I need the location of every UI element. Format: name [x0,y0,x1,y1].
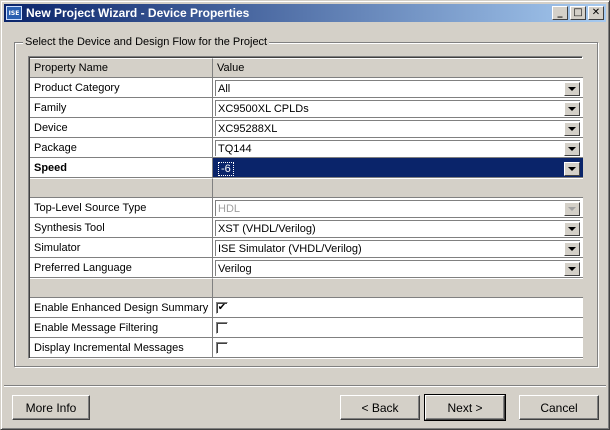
device-dropdown[interactable]: XC95288XL [215,120,580,136]
source-type-dropdown: HDL [215,200,580,216]
blank-separator-row [30,178,583,198]
dropdown-value: XC9500XL CPLDs [218,102,309,115]
preferred-language-dropdown[interactable]: Verilog [215,260,580,276]
synthesis-tool-dropdown[interactable]: XST (VHDL/Verilog) [215,220,580,236]
property-label: Enable Message Filtering [30,318,213,338]
property-label: Display Incremental Messages [30,338,213,358]
property-grid: Property Name Value Product Category All… [28,56,583,359]
close-button[interactable]: ✕ [588,6,604,20]
incremental-messages-checkbox[interactable] [216,342,228,354]
wizard-window: ISE New Project Wizard - Device Properti… [0,0,610,430]
cancel-button[interactable]: Cancel [519,395,599,420]
window-title: New Project Wizard - Device Properties [26,6,250,20]
dropdown-arrow-icon [564,201,580,216]
dropdown-arrow-icon[interactable] [564,81,580,96]
dropdown-value: ISE Simulator (VHDL/Verilog) [218,242,362,255]
property-label: Preferred Language [30,258,213,278]
dropdown-value: XST (VHDL/Verilog) [218,222,316,235]
dropdown-arrow-icon[interactable] [564,101,580,116]
row-top-level-source-type: Top-Level Source Type HDL [30,198,583,218]
row-preferred-language[interactable]: Preferred Language Verilog [30,258,583,278]
row-product-category[interactable]: Product Category All [30,78,583,98]
dropdown-value: Verilog [218,262,252,275]
dropdown-arrow-icon[interactable] [564,121,580,136]
more-info-button[interactable]: More Info [12,395,90,420]
title-bar[interactable]: ISE New Project Wizard - Device Properti… [4,4,606,22]
row-incremental-messages[interactable]: Display Incremental Messages [30,338,583,358]
dropdown-arrow-icon[interactable] [564,161,580,176]
next-button[interactable]: Next > [424,394,506,421]
groupbox-legend: Select the Device and Design Flow for th… [23,36,270,48]
property-label: Synthesis Tool [30,218,213,238]
blank-separator-row [30,278,583,298]
ise-app-icon: ISE [6,6,22,20]
dropdown-arrow-icon[interactable] [564,261,580,276]
property-label: Family [30,98,213,118]
family-dropdown[interactable]: XC9500XL CPLDs [215,100,580,116]
back-button[interactable]: < Back [340,395,420,420]
maximize-button[interactable]: □ [570,6,586,20]
message-filtering-checkbox[interactable] [216,322,228,334]
row-enhanced-design-summary[interactable]: Enable Enhanced Design Summary ✔ [30,298,583,318]
row-synthesis-tool[interactable]: Synthesis Tool XST (VHDL/Verilog) [30,218,583,238]
package-dropdown[interactable]: TQ144 [215,140,580,156]
grid-header-row: Property Name Value [30,58,583,78]
row-speed[interactable]: Speed -6 [30,158,583,178]
dropdown-value: XC95288XL [218,122,278,135]
dropdown-arrow-icon[interactable] [564,241,580,256]
dropdown-arrow-icon[interactable] [564,141,580,156]
row-message-filtering[interactable]: Enable Message Filtering [30,318,583,338]
property-label: Package [30,138,213,158]
product-category-dropdown[interactable]: All [215,80,580,96]
row-simulator[interactable]: Simulator ISE Simulator (VHDL/Verilog) [30,238,583,258]
property-label: Enable Enhanced Design Summary [30,298,213,318]
button-separator [4,385,606,387]
dropdown-value: TQ144 [218,142,252,155]
dropdown-value: -6 [218,161,234,176]
enhanced-summary-checkbox[interactable]: ✔ [216,302,228,314]
property-label: Device [30,118,213,138]
dropdown-arrow-icon[interactable] [564,221,580,236]
row-package[interactable]: Package TQ144 [30,138,583,158]
speed-dropdown[interactable]: -6 [215,160,580,176]
minimize-button[interactable]: _ [552,6,568,20]
header-property-name: Property Name [30,58,213,78]
property-label: Simulator [30,238,213,258]
property-label: Speed [30,158,213,178]
property-label: Top-Level Source Type [30,198,213,218]
property-label: Product Category [30,78,213,98]
dropdown-value: HDL [218,202,241,215]
row-device[interactable]: Device XC95288XL [30,118,583,138]
dropdown-value: All [218,82,231,95]
simulator-dropdown[interactable]: ISE Simulator (VHDL/Verilog) [215,240,580,256]
row-family[interactable]: Family XC9500XL CPLDs [30,98,583,118]
header-value: Value [213,58,583,78]
